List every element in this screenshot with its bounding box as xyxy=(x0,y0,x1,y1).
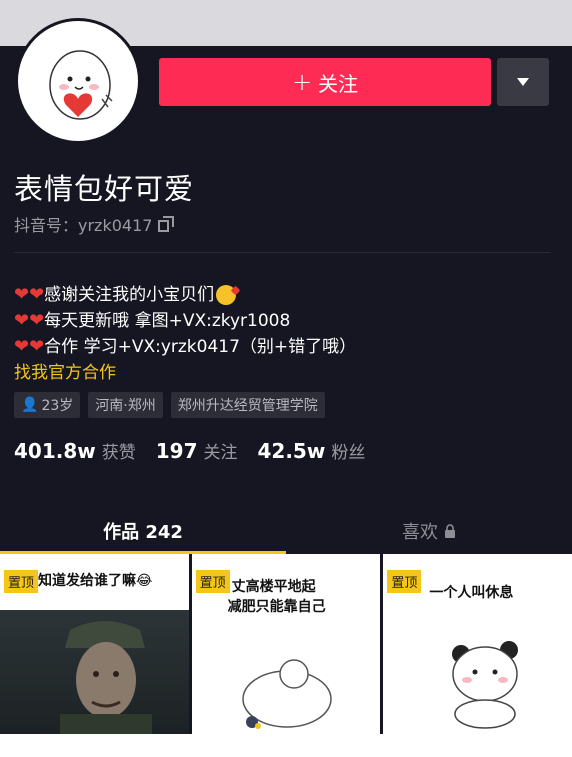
likes-stat[interactable]: 401.8w 获赞 xyxy=(14,438,136,463)
content-tabs: 作品 242 喜欢 xyxy=(0,508,572,554)
douyin-id-text: 抖音号：yrzk0417 xyxy=(14,216,153,235)
thumbnail-caption-line2: 减肥只能靠自己 xyxy=(227,599,326,615)
caret-down-icon xyxy=(517,78,529,86)
tab-works-label: 作品 242 xyxy=(103,522,183,543)
bio-text-1: 感谢关注我的小宝贝们 xyxy=(44,285,215,305)
tab-works[interactable]: 作品 242 xyxy=(0,508,286,554)
username: 表情包好可爱 xyxy=(14,172,195,206)
video-grid: 置顶 知道发给谁了嘛😂 置顶 丈高楼平地起 减肥只能靠自己 置顶 一个人叫休息 xyxy=(0,554,572,734)
age-tag: 👤 23岁 xyxy=(14,392,81,418)
pinned-badge: 置顶 xyxy=(4,570,39,593)
location-tag[interactable]: 河南·郑州 xyxy=(88,392,163,418)
stats: 401.8w 获赞 197 关注 42.5w 粉丝 xyxy=(14,438,365,463)
video-thumbnail[interactable]: 置顶 知道发给谁了嘛😂 xyxy=(0,554,189,734)
tab-likes[interactable]: 喜欢 xyxy=(286,508,572,554)
avatar[interactable] xyxy=(15,18,141,144)
heart-icon: ❤❤ xyxy=(14,336,45,357)
official-collab-link[interactable]: 找我官方合作 xyxy=(14,360,356,386)
fans-count: 42.5w xyxy=(257,439,326,463)
panda-sticker-icon xyxy=(452,641,519,729)
douyin-id-row: 抖音号：yrzk0417 xyxy=(14,212,175,236)
man-portrait-image xyxy=(60,621,152,734)
divider xyxy=(14,252,550,253)
thumbnail-caption: 一个人叫休息 xyxy=(429,585,514,601)
pinned-badge: 置顶 xyxy=(195,570,230,593)
more-options-button[interactable] xyxy=(497,58,549,106)
bear-sticker-icon xyxy=(49,50,113,120)
bio-text-2: 每天更新哦 拿图+VX:zkyr1008 xyxy=(44,311,291,331)
pinned-badge: 置顶 xyxy=(387,570,422,593)
video-thumbnail[interactable]: 置顶 一个人叫休息 xyxy=(383,554,572,734)
following-stat[interactable]: 197 关注 xyxy=(156,438,238,463)
person-icon: 👤 xyxy=(21,397,39,413)
thumbnail-caption-line1: 丈高楼平地起 xyxy=(231,579,316,595)
likes-label: 获赞 xyxy=(101,443,136,463)
copy-icon[interactable] xyxy=(158,216,175,232)
kiss-emoji-icon xyxy=(216,285,237,305)
heart-icon: ❤❤ xyxy=(14,284,45,305)
heart-icon: ❤❤ xyxy=(14,310,45,331)
video-thumbnail[interactable]: 置顶 丈高楼平地起 减肥只能靠自己 xyxy=(191,554,381,734)
profile-tags: 👤 23岁 河南·郑州 郑州升达经贸管理学院 xyxy=(14,392,325,418)
plus-icon: + xyxy=(291,68,313,96)
chubby-bear-sticker-icon xyxy=(241,659,332,729)
follow-label: 关注 xyxy=(318,71,359,96)
age-text: 23岁 xyxy=(41,398,74,414)
fans-label: 粉丝 xyxy=(331,443,366,463)
bio-text-3: 合作 学习+VX:yrzk0417（别+错了哦） xyxy=(44,337,357,357)
school-tag[interactable]: 郑州升达经贸管理学院 xyxy=(170,392,325,418)
bio-line: ❤❤ 合作 学习+VX:yrzk0417（别+错了哦） xyxy=(14,334,356,360)
bio: ❤❤ 感谢关注我的小宝贝们 ❤❤ 每天更新哦 拿图+VX:zkyr1008 ❤❤… xyxy=(14,282,356,386)
following-label: 关注 xyxy=(203,443,238,463)
follow-button[interactable]: + 关注 xyxy=(159,58,491,106)
thumbnail-photo xyxy=(0,610,189,734)
following-count: 197 xyxy=(155,439,198,463)
fans-stat[interactable]: 42.5w 粉丝 xyxy=(258,438,366,463)
bio-line: ❤❤ 每天更新哦 拿图+VX:zkyr1008 xyxy=(14,308,356,334)
thumbnail-caption: 知道发给谁了嘛😂 xyxy=(38,573,153,589)
likes-count: 401.8w xyxy=(14,439,96,463)
tab-likes-label: 喜欢 xyxy=(402,522,438,543)
lock-icon xyxy=(445,524,455,538)
bio-line: ❤❤ 感谢关注我的小宝贝们 xyxy=(14,282,356,308)
